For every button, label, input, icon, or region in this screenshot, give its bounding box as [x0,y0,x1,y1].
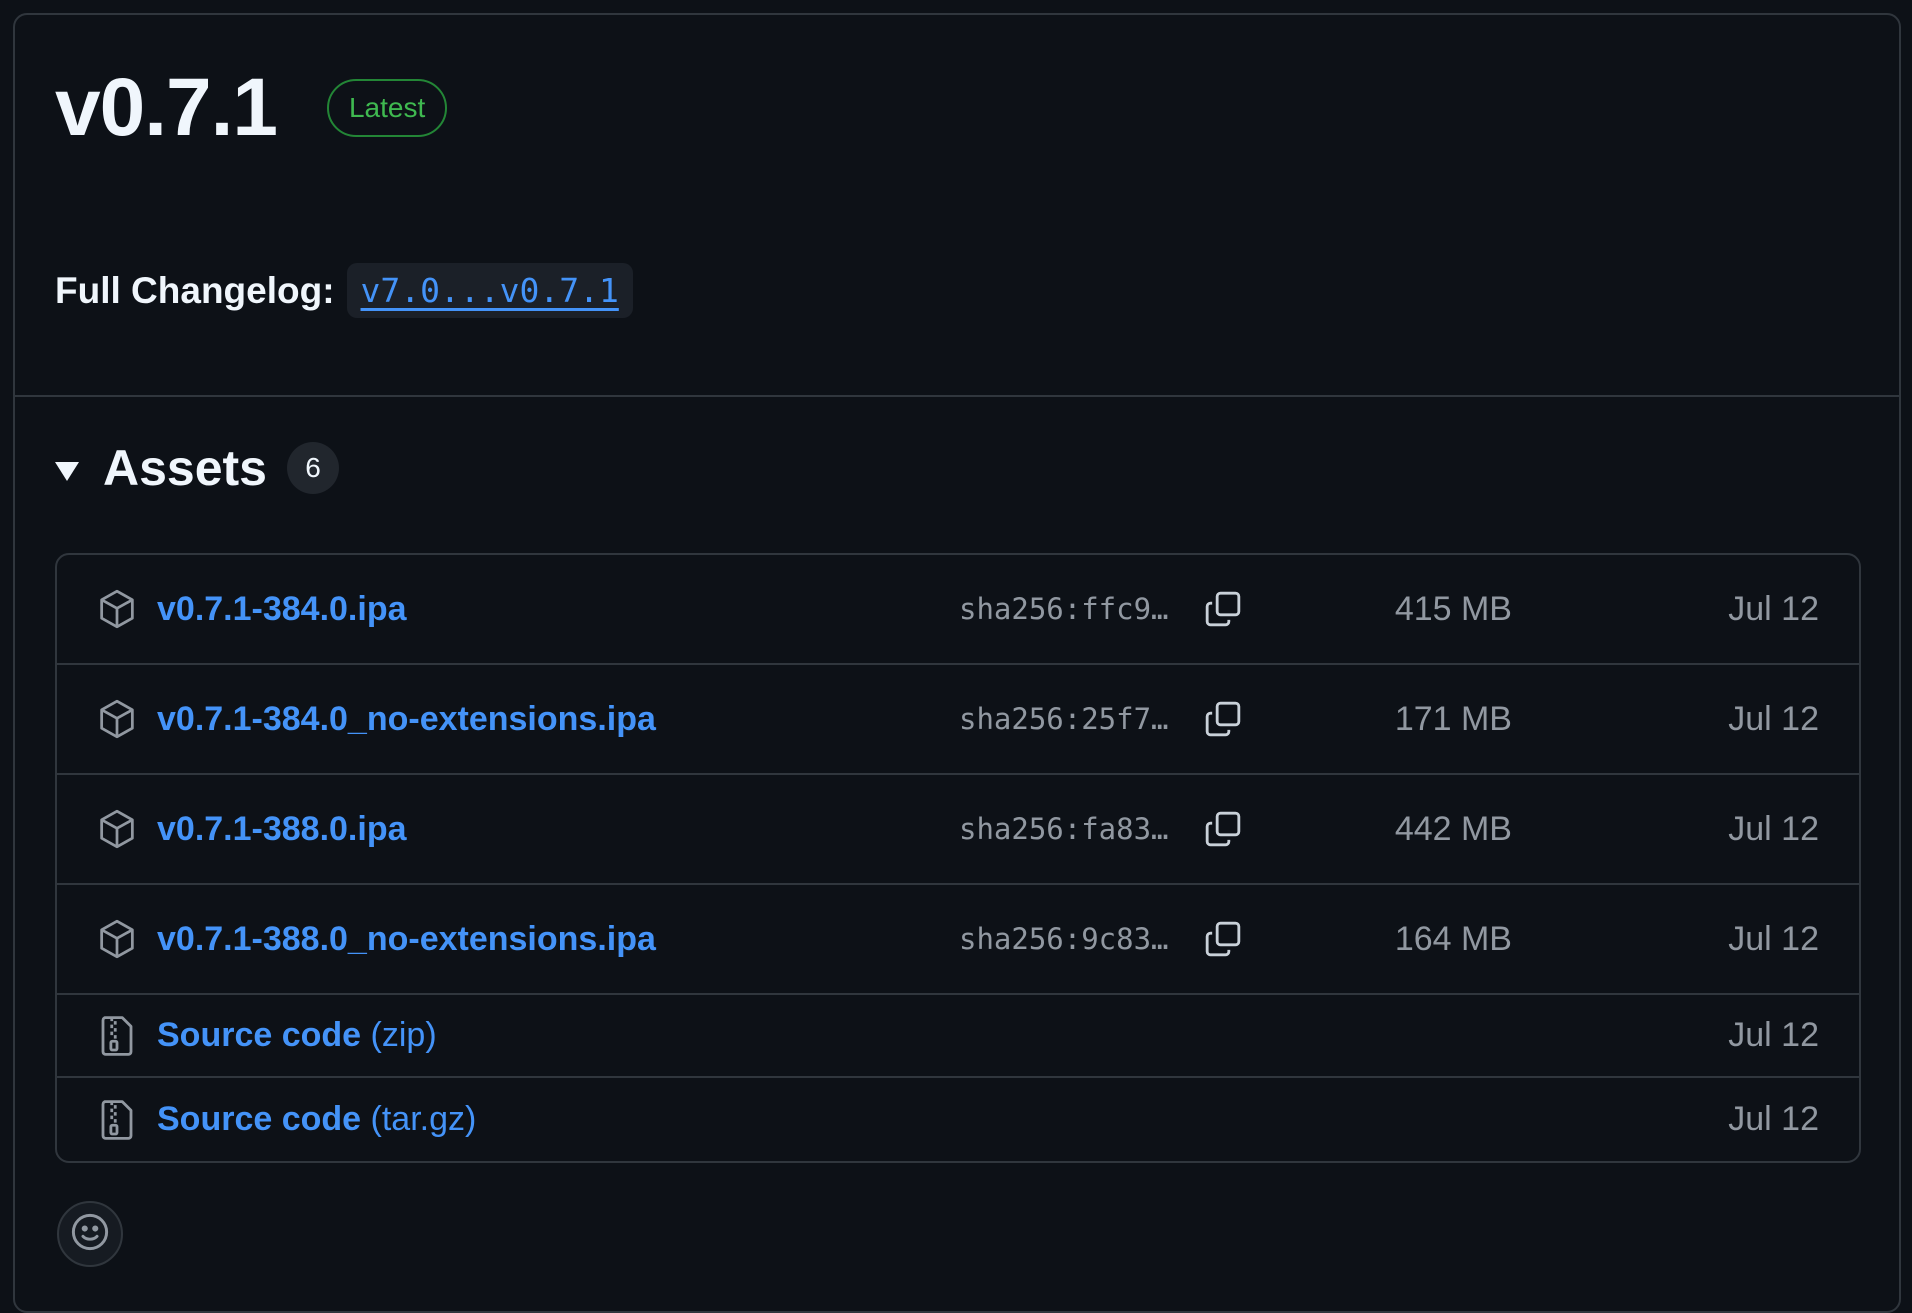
copy-icon[interactable] [1201,587,1245,631]
assets-toggle[interactable]: Assets 6 [55,439,339,497]
asset-list: v0.7.1-384.0.ipa sha256:ffc9… 415 MB Jul… [55,553,1861,1163]
asset-size: 171 MB [1394,699,1512,738]
asset-sha: sha256:25f7… [959,702,1169,736]
asset-size: 164 MB [1394,919,1512,958]
source-code-label: Source code [157,1016,362,1054]
title-row: v0.7.1 Latest [55,67,448,149]
changelog-label: Full Changelog: [55,269,335,311]
copy-icon[interactable] [1201,697,1245,741]
asset-row: v0.7.1-384.0.ipa sha256:ffc9… 415 MB Jul… [57,555,1859,665]
package-icon [97,697,137,741]
asset-download-link[interactable]: v0.7.1-384.0.ipa [157,590,407,629]
copy-icon[interactable] [1201,917,1245,961]
asset-date: Jul 12 [1728,1100,1819,1138]
package-icon [97,917,137,961]
asset-sha: sha256:9c83… [959,922,1169,956]
asset-download-link[interactable]: v0.7.1-388.0_no-extensions.ipa [157,920,656,959]
changelog-compare-link[interactable]: v7.0...v0.7.1 [346,263,633,318]
asset-row: v0.7.1-388.0.ipa sha256:fa83… 442 MB Jul… [57,775,1859,885]
add-reaction-button[interactable] [57,1201,123,1267]
package-icon [97,587,137,631]
source-code-label: Source code [157,1100,362,1138]
release-header: v0.7.1 Latest Full Changelog: v7.0...v0.… [15,15,1899,397]
assets-title: Assets [103,440,267,496]
asset-date: Jul 12 [1728,809,1819,848]
caret-down-icon [55,461,79,481]
file-zip-icon [97,1014,137,1058]
asset-date: Jul 12 [1728,699,1819,738]
copy-icon[interactable] [1201,807,1245,851]
asset-download-link[interactable]: v0.7.1-388.0.ipa [157,810,407,849]
file-zip-icon [97,1098,137,1142]
source-code-row: Source code (tar.gz) Jul 12 [57,1078,1859,1161]
asset-download-link[interactable]: v0.7.1-384.0_no-extensions.ipa [157,700,656,739]
source-code-format: (zip) [370,1016,437,1054]
source-code-row: Source code (zip) Jul 12 [57,995,1859,1078]
assets-count-badge: 6 [287,442,339,494]
smiley-icon [69,1211,111,1258]
asset-sha: sha256:ffc9… [959,592,1169,626]
asset-size: 442 MB [1394,809,1512,848]
changelog-row: Full Changelog: v7.0...v0.7.1 [55,263,633,318]
asset-row: v0.7.1-384.0_no-extensions.ipa sha256:25… [57,665,1859,775]
release-title[interactable]: v0.7.1 [55,67,278,149]
release-card: v0.7.1 Latest Full Changelog: v7.0...v0.… [13,13,1901,1313]
source-code-format: (tar.gz) [370,1100,477,1138]
source-code-targz-link[interactable]: Source code (tar.gz) [157,1100,476,1139]
asset-sha: sha256:fa83… [959,812,1169,846]
package-icon [97,807,137,851]
asset-date: Jul 12 [1728,919,1819,958]
asset-date: Jul 12 [1728,589,1819,628]
latest-badge: Latest [326,79,448,137]
asset-size: 415 MB [1394,589,1512,628]
source-code-zip-link[interactable]: Source code (zip) [157,1016,437,1055]
asset-date: Jul 12 [1728,1016,1819,1054]
asset-row: v0.7.1-388.0_no-extensions.ipa sha256:9c… [57,885,1859,995]
